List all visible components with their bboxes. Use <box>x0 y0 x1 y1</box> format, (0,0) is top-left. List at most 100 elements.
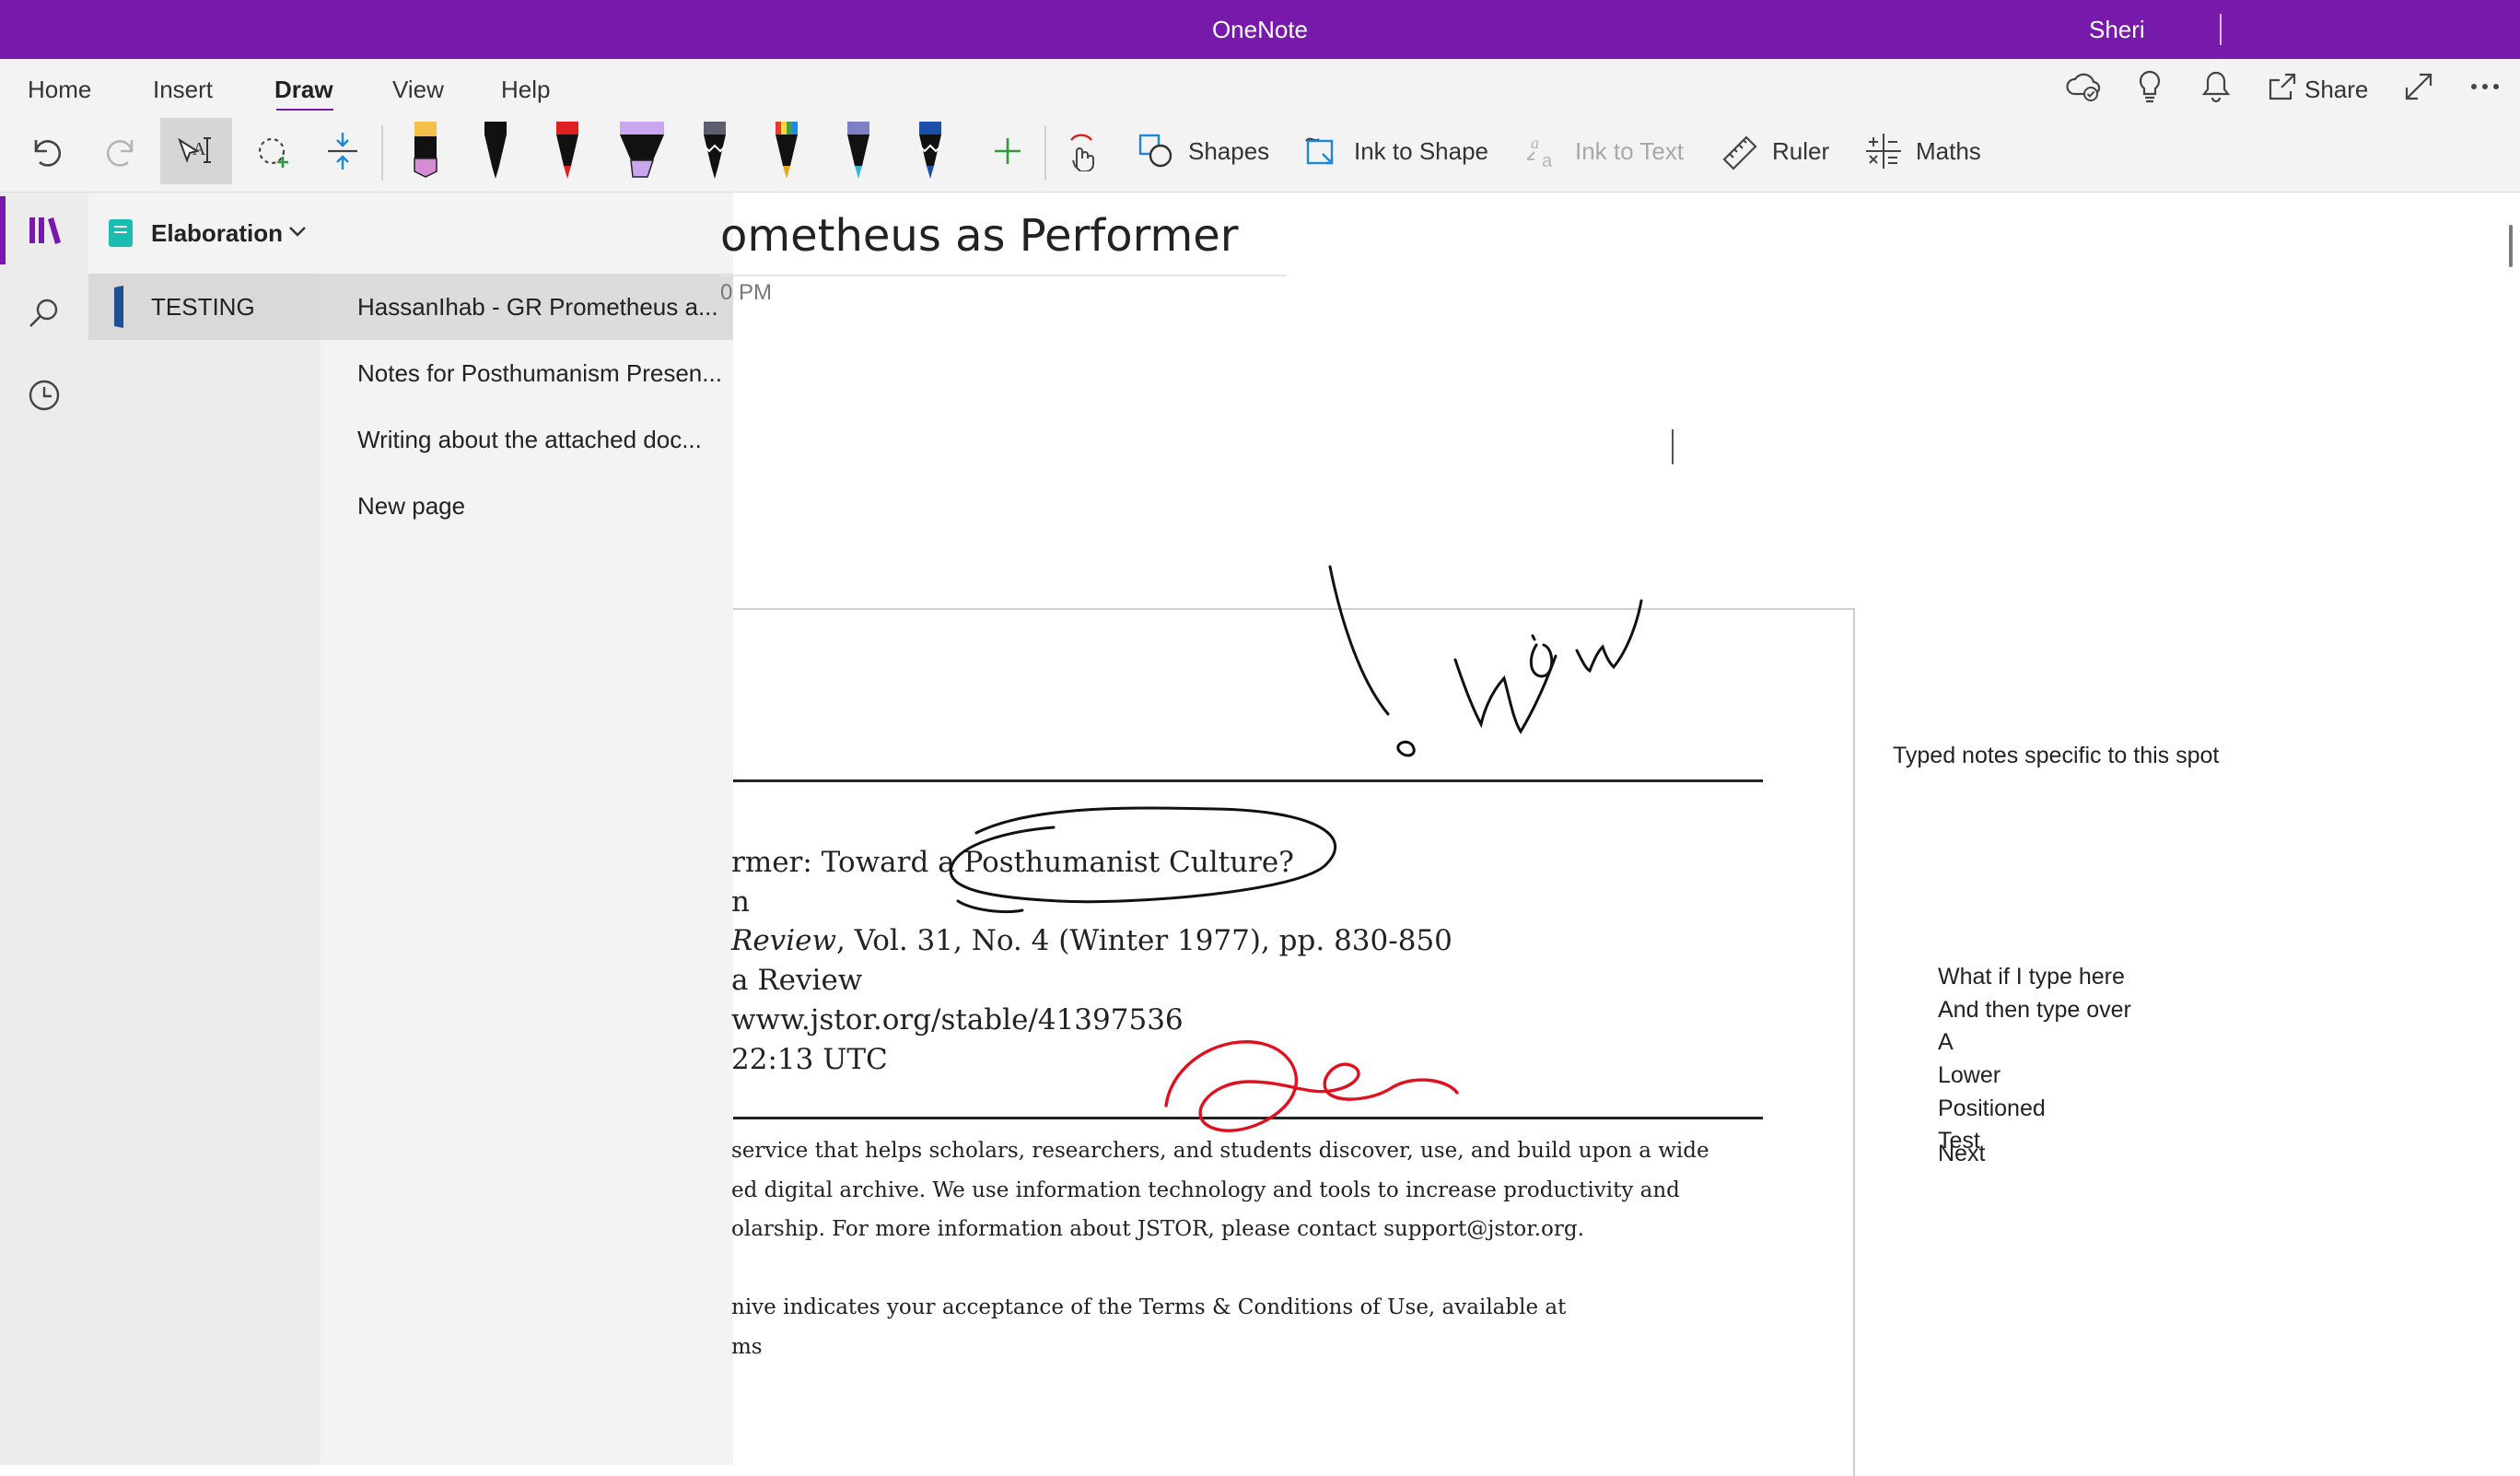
vertical-scrollbar[interactable] <box>2509 225 2513 267</box>
ink-to-shape-icon <box>1305 137 1334 165</box>
lasso-type-icon: A <box>178 137 211 163</box>
pen-ocean[interactable] <box>831 118 886 184</box>
page-label: Notes for Posthumanism Presen... <box>357 359 722 387</box>
highlighter-lavender[interactable] <box>612 118 672 184</box>
ink-to-text-label: Ink to Text <box>1575 136 1685 165</box>
text-cursor <box>1672 429 1674 464</box>
pencil-galaxy[interactable] <box>687 118 742 184</box>
note-overlap-line[interactable]: Next <box>1938 1141 1985 1167</box>
pen-icon <box>556 122 578 179</box>
title-rule <box>720 275 1286 276</box>
pen-red[interactable] <box>540 118 595 184</box>
document-small-line: service that helps scholars, researchers… <box>731 1139 1709 1163</box>
shapes-button[interactable]: Shapes <box>1137 118 1269 184</box>
section-color-tab-icon <box>111 284 125 330</box>
pen-navy[interactable] <box>903 118 958 184</box>
note-line[interactable]: Lower <box>1938 1062 2001 1089</box>
pen-icon <box>776 122 798 179</box>
notifications-button[interactable] <box>2196 66 2236 107</box>
pen-highlighter-yellow[interactable] <box>398 118 453 184</box>
fullscreen-button[interactable] <box>2398 66 2439 107</box>
tell-me-button[interactable] <box>2129 66 2170 107</box>
bell-icon <box>2201 71 2231 103</box>
user-name[interactable]: Sheri <box>2089 0 2145 59</box>
add-pen-button[interactable] <box>982 118 1033 184</box>
ink-to-shape-button[interactable]: Ink to Shape <box>1302 118 1488 184</box>
share-icon <box>2269 73 2296 100</box>
ruler-icon <box>1722 135 1757 170</box>
ruler-label: Ruler <box>1772 136 1830 165</box>
add-space-tool[interactable] <box>317 118 368 184</box>
sync-status-button[interactable] <box>2063 66 2104 107</box>
search-button[interactable] <box>22 291 66 335</box>
document-rule <box>733 1117 1763 1119</box>
document-small-line: ms <box>731 1335 763 1359</box>
ink-to-shape-label: Ink to Shape <box>1354 136 1488 165</box>
note-line[interactable]: And then type over <box>1938 997 2131 1024</box>
more-icon <box>2471 84 2499 89</box>
document-small-line: ed digital archive. We use information t… <box>731 1178 1680 1202</box>
pen-icon <box>484 122 507 179</box>
document-line: n <box>731 885 750 919</box>
share-button[interactable] <box>2262 66 2303 107</box>
page-title[interactable]: ometheus as Performer <box>720 210 1238 262</box>
svg-text:a: a <box>1531 134 1539 152</box>
lasso-select-tool[interactable] <box>245 118 302 184</box>
toolbar-separator <box>381 125 383 181</box>
undo-icon <box>34 140 62 167</box>
recent-button[interactable] <box>22 373 66 417</box>
plus-icon <box>995 138 1021 164</box>
pen-black[interactable] <box>468 118 523 184</box>
more-options-button[interactable] <box>2465 66 2505 107</box>
document-line: www.jstor.org/stable/41397536 <box>731 1003 1184 1037</box>
document-rule <box>733 779 1763 782</box>
lightbulb-icon <box>2139 70 2161 103</box>
highlighter-icon <box>414 122 438 178</box>
insert-space-icon <box>328 133 357 170</box>
redo-icon <box>106 140 134 167</box>
document-small-line: nive indicates your acceptance of the Te… <box>731 1295 1567 1319</box>
document-line: Review, Vol. 31, No. 4 (Winter 1977), pp… <box>731 924 1452 957</box>
redo-button[interactable] <box>94 118 147 184</box>
chevron-down-icon[interactable] <box>287 224 308 239</box>
ruler-button[interactable]: Ruler <box>1721 118 1829 184</box>
pencil-icon <box>703 122 727 179</box>
ink-to-text-button: aa Ink to Text <box>1523 118 1684 184</box>
notebook-name[interactable]: Elaboration <box>151 193 283 274</box>
citation-text: , Vol. 31, No. 4 (Winter 1977), pp. 830-… <box>836 924 1452 957</box>
svg-text:A: A <box>192 139 206 159</box>
cloud-sync-icon <box>2066 73 2101 101</box>
shapes-label: Shapes <box>1188 136 1270 165</box>
undo-button[interactable] <box>20 118 74 184</box>
type-select-tool[interactable]: A <box>160 118 232 184</box>
note-line[interactable]: What if I type here <box>1938 964 2125 990</box>
sections-pane <box>88 274 321 1465</box>
touch-draw-icon <box>1070 134 1094 171</box>
pen-rainbow[interactable] <box>759 118 814 184</box>
page-label: HassanIhab - GR Prometheus a... <box>357 293 718 321</box>
rail-active-indicator <box>0 196 6 264</box>
journal-name: Review <box>731 924 836 957</box>
tab-help[interactable]: Help <box>501 59 550 111</box>
tab-home[interactable]: Home <box>28 59 91 111</box>
tab-insert[interactable]: Insert <box>153 59 213 111</box>
notebooks-button[interactable] <box>22 208 66 252</box>
tab-draw[interactable]: Draw <box>274 59 333 111</box>
page-label: Writing about the attached doc... <box>357 426 702 453</box>
note-line[interactable]: A <box>1938 1029 1954 1056</box>
draw-with-touch-button[interactable] <box>1056 118 1109 184</box>
document-line: 22:13 UTC <box>731 1043 888 1076</box>
tab-view[interactable]: View <box>392 59 444 111</box>
library-icon <box>29 217 61 244</box>
maths-label: Maths <box>1916 136 1981 165</box>
pen-icon <box>918 122 942 179</box>
page-label: New page <box>357 492 466 520</box>
typed-note[interactable]: Typed notes specific to this spot <box>1893 743 2219 769</box>
pen-icon <box>847 122 869 179</box>
page-date: 0 PM <box>720 280 773 305</box>
maths-button[interactable]: Maths <box>1864 118 1981 184</box>
note-line[interactable]: Positioned <box>1938 1095 2046 1122</box>
notebook-icon <box>107 217 134 249</box>
lasso-icon <box>258 137 288 168</box>
title-separator <box>2220 14 2222 45</box>
